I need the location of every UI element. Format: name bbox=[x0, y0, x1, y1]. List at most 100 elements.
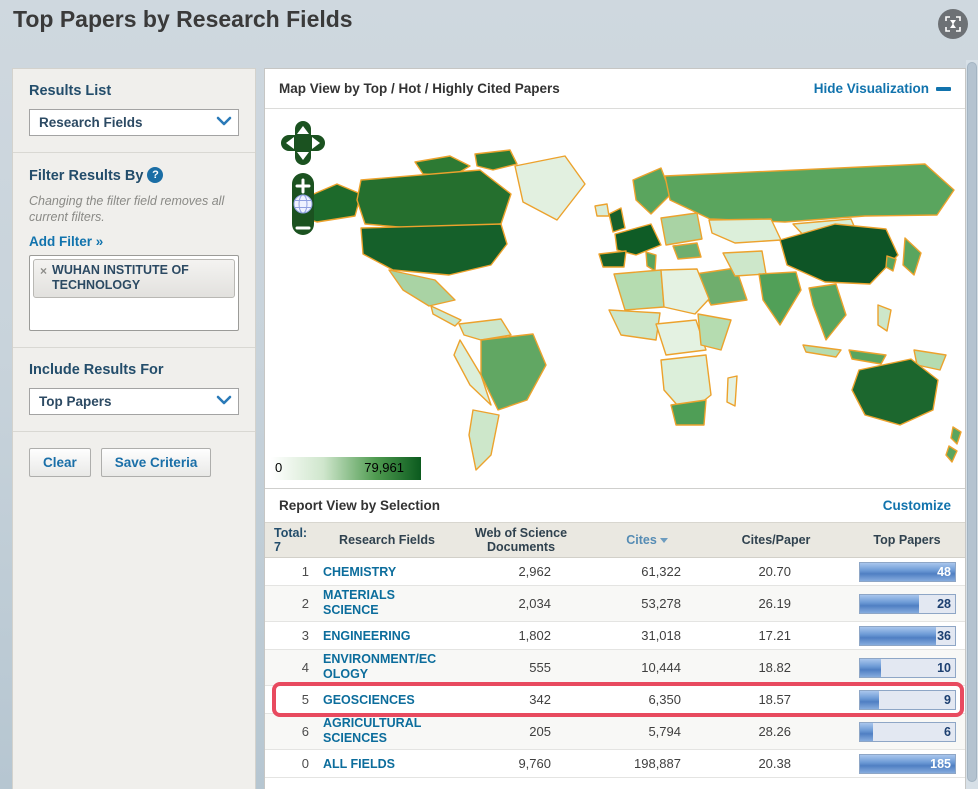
top-papers-bar-cell: 36 bbox=[849, 625, 965, 646]
table-header-row: Total: 7 Research Fields Web of Science … bbox=[265, 522, 965, 558]
vertical-scrollbar[interactable] bbox=[966, 60, 978, 789]
column-wos-documents[interactable]: Web of Science Documents bbox=[451, 526, 591, 555]
chevron-down-icon bbox=[216, 393, 232, 411]
field-link[interactable]: ALL FIELDS bbox=[323, 757, 441, 772]
scrollbar-thumb[interactable] bbox=[967, 62, 977, 782]
rank-cell: 1 bbox=[301, 564, 309, 579]
column-total: Total: 7 bbox=[265, 526, 323, 555]
results-list-selected: Research Fields bbox=[39, 115, 143, 130]
cites-value: 61,322 bbox=[641, 564, 681, 579]
remove-filter-icon[interactable]: × bbox=[40, 263, 47, 293]
rank-cell: 4 bbox=[301, 660, 309, 675]
bar-fill bbox=[860, 594, 920, 613]
top-papers-bar-cell: 9 bbox=[849, 689, 965, 710]
cites-per-paper-value: 26.19 bbox=[758, 596, 791, 611]
results-list-dropdown[interactable]: Research Fields bbox=[29, 109, 239, 136]
filter-tag-label: WUHAN INSTITUTE OF TECHNOLOGY bbox=[52, 263, 189, 293]
top-papers-value: 36 bbox=[937, 628, 951, 643]
total-count: 7 bbox=[274, 540, 281, 554]
cites-per-paper-value: 20.70 bbox=[758, 564, 791, 579]
rank-cell: 6 bbox=[301, 724, 309, 739]
zoom-control bbox=[292, 173, 314, 235]
column-top-papers[interactable]: Top Papers bbox=[849, 533, 965, 547]
rank-cell: 5 bbox=[301, 692, 309, 707]
cites-per-paper-value: 18.82 bbox=[758, 660, 791, 675]
cites-per-paper-value: 28.26 bbox=[758, 724, 791, 739]
docs-value: 205 bbox=[529, 724, 551, 739]
top-papers-bar-cell: 28 bbox=[849, 593, 965, 614]
world-map[interactable] bbox=[265, 109, 965, 489]
top-papers-value: 28 bbox=[937, 596, 951, 611]
docs-value: 2,034 bbox=[518, 596, 551, 611]
top-papers-bar: 185 bbox=[859, 753, 956, 774]
filter-tag: × WUHAN INSTITUTE OF TECHNOLOGY bbox=[33, 259, 235, 299]
top-papers-bar: 6 bbox=[859, 721, 956, 742]
docs-value: 342 bbox=[529, 692, 551, 707]
report-header: Report View by Selection Customize bbox=[265, 489, 965, 522]
chevron-down-icon bbox=[216, 114, 232, 132]
cites-value: 198,887 bbox=[634, 756, 681, 771]
filter-heading-label: Filter Results By bbox=[29, 168, 144, 184]
field-link[interactable]: ENGINEERING bbox=[323, 629, 441, 644]
include-results-section: Include Results For Top Papers bbox=[13, 348, 255, 433]
cites-per-paper-value: 17.21 bbox=[758, 628, 791, 643]
help-icon[interactable]: ? bbox=[147, 167, 164, 183]
report-title: Report View by Selection bbox=[279, 498, 441, 513]
rank-cell: 3 bbox=[301, 628, 309, 643]
top-papers-value: 6 bbox=[944, 724, 951, 739]
top-papers-bar-cell: 185 bbox=[849, 753, 965, 774]
field-link[interactable]: AGRICULTURAL SCIENCES bbox=[323, 716, 441, 746]
scale-max-label: 79,961 bbox=[364, 460, 404, 475]
page-header: Top Papers by Research Fields bbox=[0, 0, 978, 60]
table-row: 0 ALL FIELDS 9,760 198,887 20.38 185 bbox=[265, 750, 965, 778]
sidebar-actions: Clear Save Criteria bbox=[13, 432, 255, 493]
field-link[interactable]: MATERIALS SCIENCE bbox=[323, 588, 441, 618]
top-papers-bar-cell: 10 bbox=[849, 657, 965, 678]
main-panel: Map View by Top / Hot / Highly Cited Pap… bbox=[264, 68, 966, 789]
expand-hourglass-icon[interactable] bbox=[938, 9, 968, 39]
column-research-fields[interactable]: Research Fields bbox=[323, 533, 451, 547]
results-list-heading: Results List bbox=[29, 83, 112, 99]
column-cites-per-paper[interactable]: Cites/Paper bbox=[703, 533, 849, 547]
cites-value: 5,794 bbox=[648, 724, 681, 739]
cites-per-paper-value: 18.57 bbox=[758, 692, 791, 707]
filter-note: Changing the filter field removes all cu… bbox=[29, 194, 225, 224]
top-papers-bar-cell: 6 bbox=[849, 721, 965, 742]
docs-value: 555 bbox=[529, 660, 551, 675]
filter-box: × WUHAN INSTITUTE OF TECHNOLOGY bbox=[29, 255, 239, 332]
cites-value: 6,350 bbox=[648, 692, 681, 707]
results-list-section: Results List Research Fields bbox=[13, 69, 255, 153]
minus-icon bbox=[936, 86, 951, 91]
include-results-dropdown[interactable]: Top Papers bbox=[29, 388, 239, 416]
docs-value: 9,760 bbox=[518, 756, 551, 771]
top-papers-value: 9 bbox=[944, 692, 951, 707]
bar-fill bbox=[860, 722, 873, 741]
field-link[interactable]: GEOSCIENCES bbox=[323, 693, 441, 708]
filter-section: Filter Results By ? Changing the filter … bbox=[13, 153, 255, 349]
column-cites-sorted[interactable]: Cites bbox=[591, 533, 703, 547]
cites-value: 53,278 bbox=[641, 596, 681, 611]
add-filter-link[interactable]: Add Filter » bbox=[29, 234, 103, 249]
customize-link[interactable]: Customize bbox=[883, 498, 951, 513]
table-row: 2 MATERIALS SCIENCE 2,034 53,278 26.19 28 bbox=[265, 586, 965, 622]
cites-value: 31,018 bbox=[641, 628, 681, 643]
docs-value: 1,802 bbox=[518, 628, 551, 643]
bar-fill bbox=[860, 626, 936, 645]
table-row: 5 GEOSCIENCES 342 6,350 18.57 9 bbox=[265, 682, 965, 717]
clear-button[interactable]: Clear bbox=[29, 448, 91, 478]
save-criteria-button[interactable]: Save Criteria bbox=[100, 448, 212, 478]
map-color-scale: 0 79,961 bbox=[271, 457, 421, 480]
map-controls bbox=[281, 121, 325, 244]
bar-fill bbox=[860, 690, 879, 709]
field-link[interactable]: ENVIRONMENT/ECOLOGY bbox=[323, 652, 441, 682]
filter-heading: Filter Results By ? bbox=[29, 167, 239, 184]
rank-cell: 0 bbox=[301, 756, 309, 771]
table-row: 4 ENVIRONMENT/ECOLOGY 555 10,444 18.82 10 bbox=[265, 650, 965, 686]
hide-visualization-label: Hide Visualization bbox=[813, 81, 929, 96]
sidebar: Results List Research Fields Filter Resu… bbox=[12, 68, 256, 789]
top-papers-bar-cell: 48 bbox=[849, 561, 965, 582]
scale-min-label: 0 bbox=[275, 460, 283, 475]
field-link[interactable]: CHEMISTRY bbox=[323, 565, 441, 580]
rank-cell: 2 bbox=[301, 596, 309, 611]
hide-visualization-link[interactable]: Hide Visualization bbox=[814, 81, 951, 96]
